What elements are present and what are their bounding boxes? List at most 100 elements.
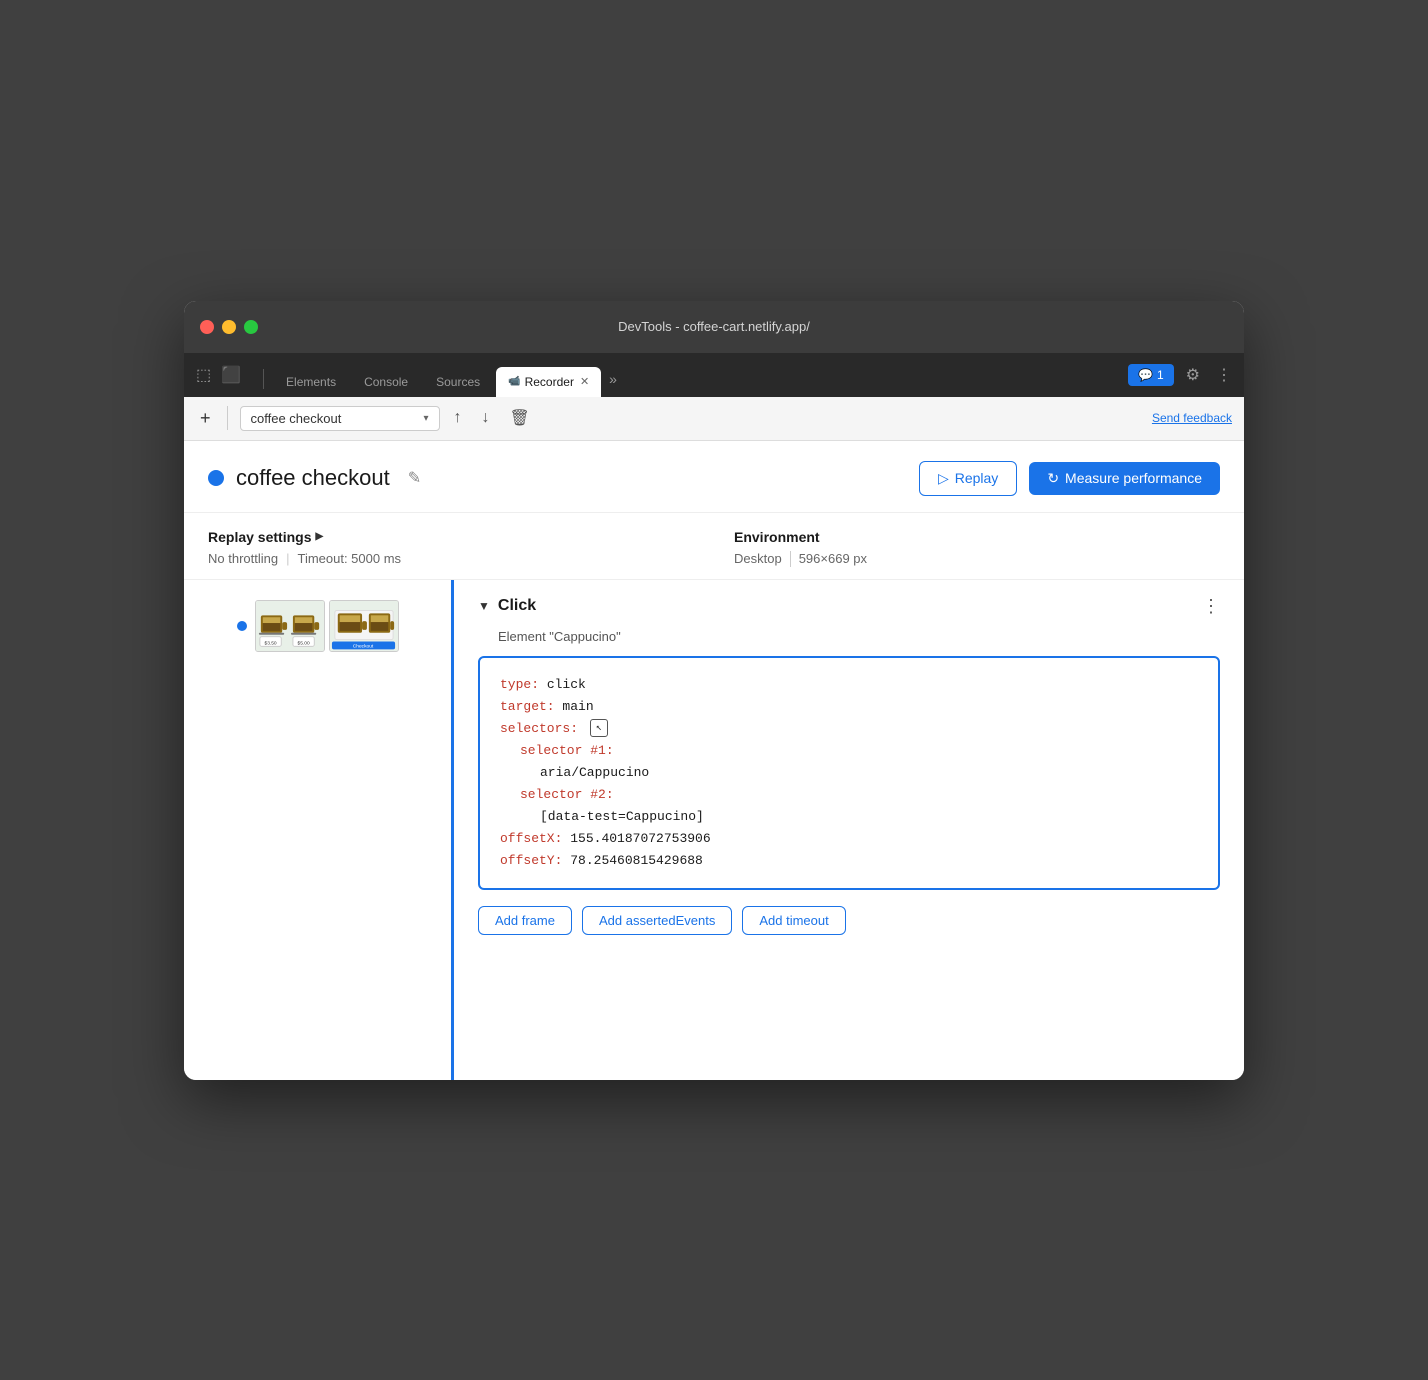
code-type-key: type: — [500, 677, 539, 692]
step-type-label: Click — [498, 597, 536, 615]
title-bar: DevTools - coffee-cart.netlify.app/ — [184, 301, 1244, 353]
code-selector2-line: selector #2: — [500, 784, 1198, 806]
edit-title-icon[interactable]: ✎ — [402, 466, 427, 490]
steps-left-panel: $5.00 $3.50 — [184, 580, 454, 1080]
settings-row: Replay settings ▶ No throttling | Timeou… — [184, 513, 1244, 580]
tab-close-icon[interactable]: ✕ — [580, 375, 589, 388]
code-selector1-val: aria/Cappucino — [540, 765, 649, 780]
env-separator — [790, 551, 791, 567]
tab-bar-right: 💬 1 ⚙ ⋮ — [1128, 361, 1236, 397]
selector-tool-icon[interactable]: ↖ — [590, 719, 608, 737]
recording-selector[interactable]: coffee checkout ▾ — [240, 406, 440, 431]
measure-perf-icon: ↻ — [1047, 470, 1059, 487]
code-selectors-line: selectors: ↖ — [500, 718, 1198, 740]
replay-settings-group: Replay settings ▶ No throttling | Timeou… — [208, 529, 694, 566]
send-feedback-link[interactable]: Send feedback — [1152, 411, 1232, 425]
close-button[interactable] — [200, 320, 214, 334]
step-dot — [237, 621, 247, 631]
steps-area: $5.00 $3.50 — [184, 580, 1244, 1080]
environment-group: Environment Desktop 596×669 px — [734, 529, 1220, 567]
code-offsety-line: offsetY: 78.25460815429688 — [500, 850, 1198, 872]
tab-recorder[interactable]: 📹 Recorder ✕ — [496, 367, 601, 397]
replay-button[interactable]: ▷ Replay — [919, 461, 1017, 496]
thumbnail-before[interactable]: $5.00 $3.50 — [255, 600, 325, 652]
code-offsetx-line: offsetX: 155.40187072753906 — [500, 828, 1198, 850]
import-button[interactable]: ↓ — [476, 405, 496, 431]
recording-title: coffee checkout — [236, 465, 390, 491]
add-frame-button[interactable]: Add frame — [478, 906, 572, 935]
feedback-count-button[interactable]: 💬 1 — [1128, 364, 1174, 386]
replay-play-icon: ▷ — [938, 470, 949, 487]
replay-settings-title[interactable]: Replay settings ▶ — [208, 529, 694, 545]
minimize-button[interactable] — [222, 320, 236, 334]
upload-icon: ↑ — [454, 409, 462, 426]
thumbnail-group: $5.00 $3.50 — [255, 600, 399, 652]
code-target-line: target: main — [500, 696, 1198, 718]
recorder-icon: 📹 — [508, 376, 520, 387]
code-selector2-val: [data-test=Cappucino] — [540, 809, 704, 824]
step-element-label: Element "Cappucino" — [478, 629, 1220, 644]
step-thumbnail-row: $5.00 $3.50 — [184, 596, 451, 656]
tab-bar-divider — [263, 369, 264, 389]
measure-performance-button[interactable]: ↻ Measure performance — [1029, 462, 1220, 495]
toolbar-divider — [227, 406, 228, 430]
devtools-window: DevTools - coffee-cart.netlify.app/ ⬚ ⬛ … — [184, 301, 1244, 1080]
tab-sources[interactable]: Sources — [424, 367, 492, 397]
code-selectors-key: selectors: — [500, 721, 578, 736]
maximize-button[interactable] — [244, 320, 258, 334]
recording-name-label: coffee checkout — [251, 411, 418, 426]
recording-header: coffee checkout ✎ ▷ Replay ↻ Measure per… — [184, 441, 1244, 513]
cursor-icon[interactable]: ⬚ — [192, 361, 215, 389]
add-timeout-button[interactable]: Add timeout — [742, 906, 845, 935]
speech-bubble-icon: 💬 — [1138, 368, 1153, 382]
window-title: DevTools - coffee-cart.netlify.app/ — [618, 319, 810, 334]
svg-text:Checkout: Checkout — [352, 643, 373, 649]
environment-details: Desktop 596×669 px — [734, 551, 1220, 567]
thumbnail-after[interactable]: Checkout — [329, 600, 399, 652]
action-buttons: Add frame Add assertedEvents Add timeout — [478, 906, 1220, 935]
main-content: coffee checkout ✎ ▷ Replay ↻ Measure per… — [184, 441, 1244, 1080]
svg-text:$3.50: $3.50 — [264, 640, 276, 646]
step-header: ▼ Click ⋮ — [478, 596, 1220, 617]
settings-separator: | — [286, 551, 289, 566]
export-button[interactable]: ↑ — [448, 405, 468, 431]
expand-settings-icon: ▶ — [315, 531, 323, 542]
toolbar: + coffee checkout ▾ ↑ ↓ 🗑 Send feedback — [184, 397, 1244, 441]
tab-console[interactable]: Console — [352, 367, 420, 397]
environment-title: Environment — [734, 529, 1220, 545]
delete-icon: 🗑 — [510, 410, 530, 427]
code-type-line: type: click — [500, 674, 1198, 696]
more-options-icon[interactable]: ⋮ — [1212, 361, 1236, 389]
svg-text:$5.00: $5.00 — [297, 640, 309, 646]
recording-status-dot — [208, 470, 224, 486]
step-code-block: type: click target: main selectors: ↖ se… — [478, 656, 1220, 891]
code-offsety-key: offsetY: — [500, 853, 562, 868]
collapse-step-icon[interactable]: ▼ — [478, 599, 490, 613]
thumbnail-after-image: Checkout — [330, 601, 398, 651]
settings-icon[interactable]: ⚙ — [1182, 361, 1204, 389]
add-recording-button[interactable]: + — [196, 404, 215, 433]
tab-elements[interactable]: Elements — [274, 367, 348, 397]
add-asserted-events-button[interactable]: Add assertedEvents — [582, 906, 732, 935]
step-context-menu-icon[interactable]: ⋮ — [1202, 596, 1220, 617]
download-icon: ↓ — [482, 409, 490, 426]
delete-recording-button[interactable]: 🗑 — [504, 404, 536, 432]
code-selector2-val-line: [data-test=Cappucino] — [500, 806, 1198, 828]
tab-bar-icons: ⬚ ⬛ — [192, 361, 245, 397]
code-selector1-val-line: aria/Cappucino — [500, 762, 1198, 784]
tab-bar: ⬚ ⬛ Elements Console Sources 📹 Recorder … — [184, 353, 1244, 397]
inspect-icon[interactable]: ⬛ — [217, 361, 245, 389]
code-selector1-key: selector #1: — [520, 743, 614, 758]
code-selector1-line: selector #1: — [500, 740, 1198, 762]
steps-right-panel: ▼ Click ⋮ Element "Cappucino" type: clic… — [454, 580, 1244, 1080]
code-offsetx-key: offsetX: — [500, 831, 562, 846]
code-target-key: target: — [500, 699, 555, 714]
code-offsetx-val: 155.40187072753906 — [570, 831, 710, 846]
code-offsety-val: 78.25460815429688 — [570, 853, 703, 868]
code-selector2-key: selector #2: — [520, 787, 614, 802]
thumbnail-before-image: $5.00 $3.50 — [256, 601, 324, 651]
chevron-down-icon: ▾ — [423, 413, 428, 424]
tab-more-button[interactable]: » — [605, 363, 621, 397]
settings-details: No throttling | Timeout: 5000 ms — [208, 551, 694, 566]
traffic-lights — [200, 320, 258, 334]
